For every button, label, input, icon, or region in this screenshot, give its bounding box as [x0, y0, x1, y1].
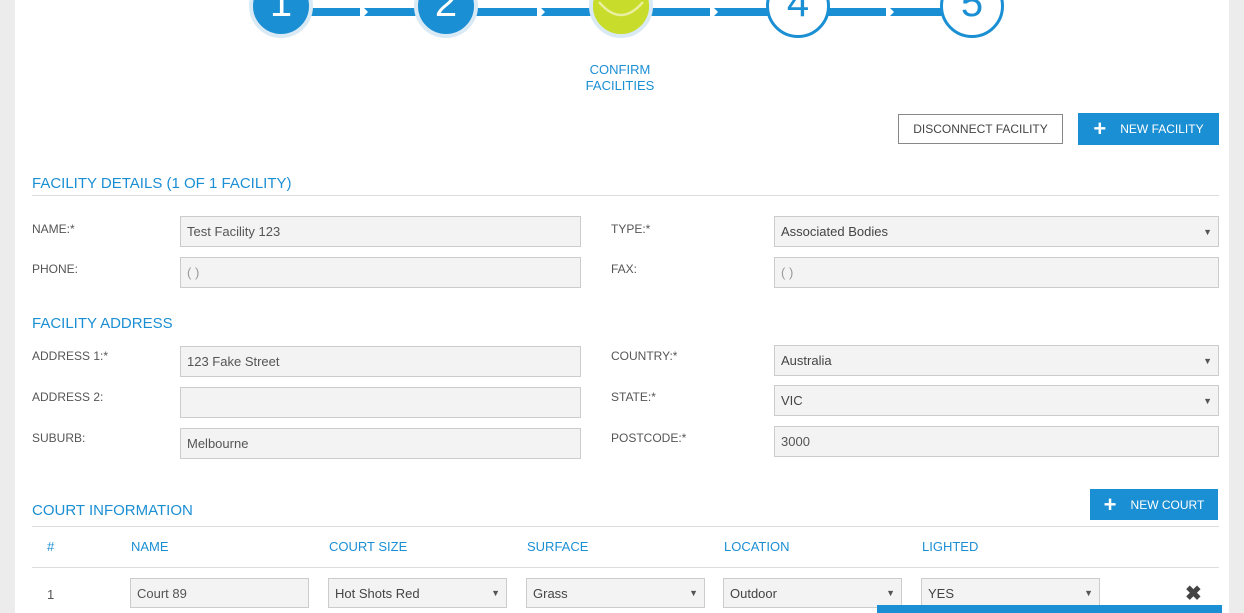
type-label: TYPE:* [611, 222, 651, 236]
surface-select[interactable]: Grass ▼ [526, 578, 705, 608]
facility-address-title: FACILITY ADDRESS [32, 315, 173, 332]
new-court-label: NEW COURT [1130, 497, 1205, 512]
new-court-button[interactable]: + NEW COURT [1090, 489, 1218, 520]
address1-label: ADDRESS 1:* [32, 349, 109, 363]
column-header-index: # [47, 539, 55, 554]
bottom-bar [877, 605, 1222, 613]
state-value: VIC [781, 393, 803, 408]
divider [32, 567, 1219, 568]
chevron-right-icon [710, 4, 718, 20]
step-number: 4 [786, 0, 810, 25]
lighted-value: YES [928, 585, 955, 601]
step-number: 1 [269, 0, 293, 25]
chevron-right-icon [537, 4, 545, 20]
court-name-input[interactable]: Court 89 [130, 578, 309, 608]
type-select[interactable]: Associated Bodies ▼ [774, 216, 1219, 247]
tennis-ball-icon [593, 0, 649, 34]
address2-label: ADDRESS 2: [32, 390, 104, 404]
plus-icon: + [1093, 116, 1107, 141]
step-number: 2 [434, 0, 458, 25]
court-size-select[interactable]: Hot Shots Red ▼ [328, 578, 507, 608]
postcode-label: POSTCODE:* [611, 431, 687, 445]
chevron-down-icon: ▼ [1203, 355, 1212, 366]
column-header-location: LOCATION [724, 539, 790, 554]
close-icon[interactable]: ✖ [1185, 581, 1202, 606]
current-step-label: CONFIRM FACILITIES [585, 62, 655, 93]
fax-input[interactable]: ( ) [774, 257, 1219, 288]
name-label: NAME:* [32, 222, 75, 236]
phone-input[interactable]: ( ) [180, 257, 581, 288]
state-select[interactable]: VIC ▼ [774, 385, 1219, 416]
address1-input[interactable]: 123 Fake Street [180, 346, 581, 377]
row-index: 1 [47, 587, 55, 602]
postcode-input[interactable]: 3000 [774, 426, 1219, 457]
chevron-right-icon [360, 4, 368, 20]
state-label: STATE:* [611, 390, 656, 404]
divider [32, 195, 1219, 196]
suburb-input[interactable]: Melbourne [180, 428, 581, 459]
court-information-title: COURT INFORMATION [32, 502, 193, 519]
name-input[interactable]: Test Facility 123 [180, 216, 581, 247]
column-header-name: NAME [131, 539, 169, 554]
new-facility-label: NEW FACILITY [1120, 122, 1204, 136]
chevron-down-icon: ▼ [1084, 588, 1093, 598]
divider [32, 526, 1219, 527]
chevron-right-icon [886, 4, 894, 20]
surface-value: Grass [533, 585, 568, 601]
country-value: Australia [781, 353, 832, 368]
type-value: Associated Bodies [781, 224, 888, 239]
location-value: Outdoor [730, 585, 777, 601]
step-3-current[interactable] [589, 0, 653, 38]
country-select[interactable]: Australia ▼ [774, 345, 1219, 376]
court-size-value: Hot Shots Red [335, 585, 420, 601]
chevron-down-icon: ▼ [689, 588, 698, 598]
phone-label: PHONE: [32, 262, 79, 276]
chevron-down-icon: ▼ [1203, 395, 1212, 406]
column-header-surface: SURFACE [527, 539, 589, 554]
lighted-select[interactable]: YES ▼ [921, 578, 1100, 608]
location-select[interactable]: Outdoor ▼ [723, 578, 902, 608]
chevron-down-icon: ▼ [491, 588, 500, 598]
column-header-court-size: COURT SIZE [329, 539, 408, 554]
chevron-down-icon: ▼ [886, 588, 895, 598]
suburb-label: SUBURB: [32, 431, 86, 445]
chevron-down-icon: ▼ [1203, 226, 1212, 237]
facility-details-title: FACILITY DETAILS (1 OF 1 FACILITY) [32, 175, 292, 192]
disconnect-facility-button[interactable]: DISCONNECT FACILITY [898, 114, 1063, 144]
new-facility-button[interactable]: + NEW FACILITY [1078, 113, 1219, 145]
step-number: 5 [960, 0, 984, 25]
plus-icon: + [1103, 491, 1117, 517]
address2-input[interactable] [180, 387, 581, 418]
fax-label: FAX: [611, 262, 638, 276]
country-label: COUNTRY:* [611, 349, 678, 363]
column-header-lighted: LIGHTED [922, 539, 979, 554]
